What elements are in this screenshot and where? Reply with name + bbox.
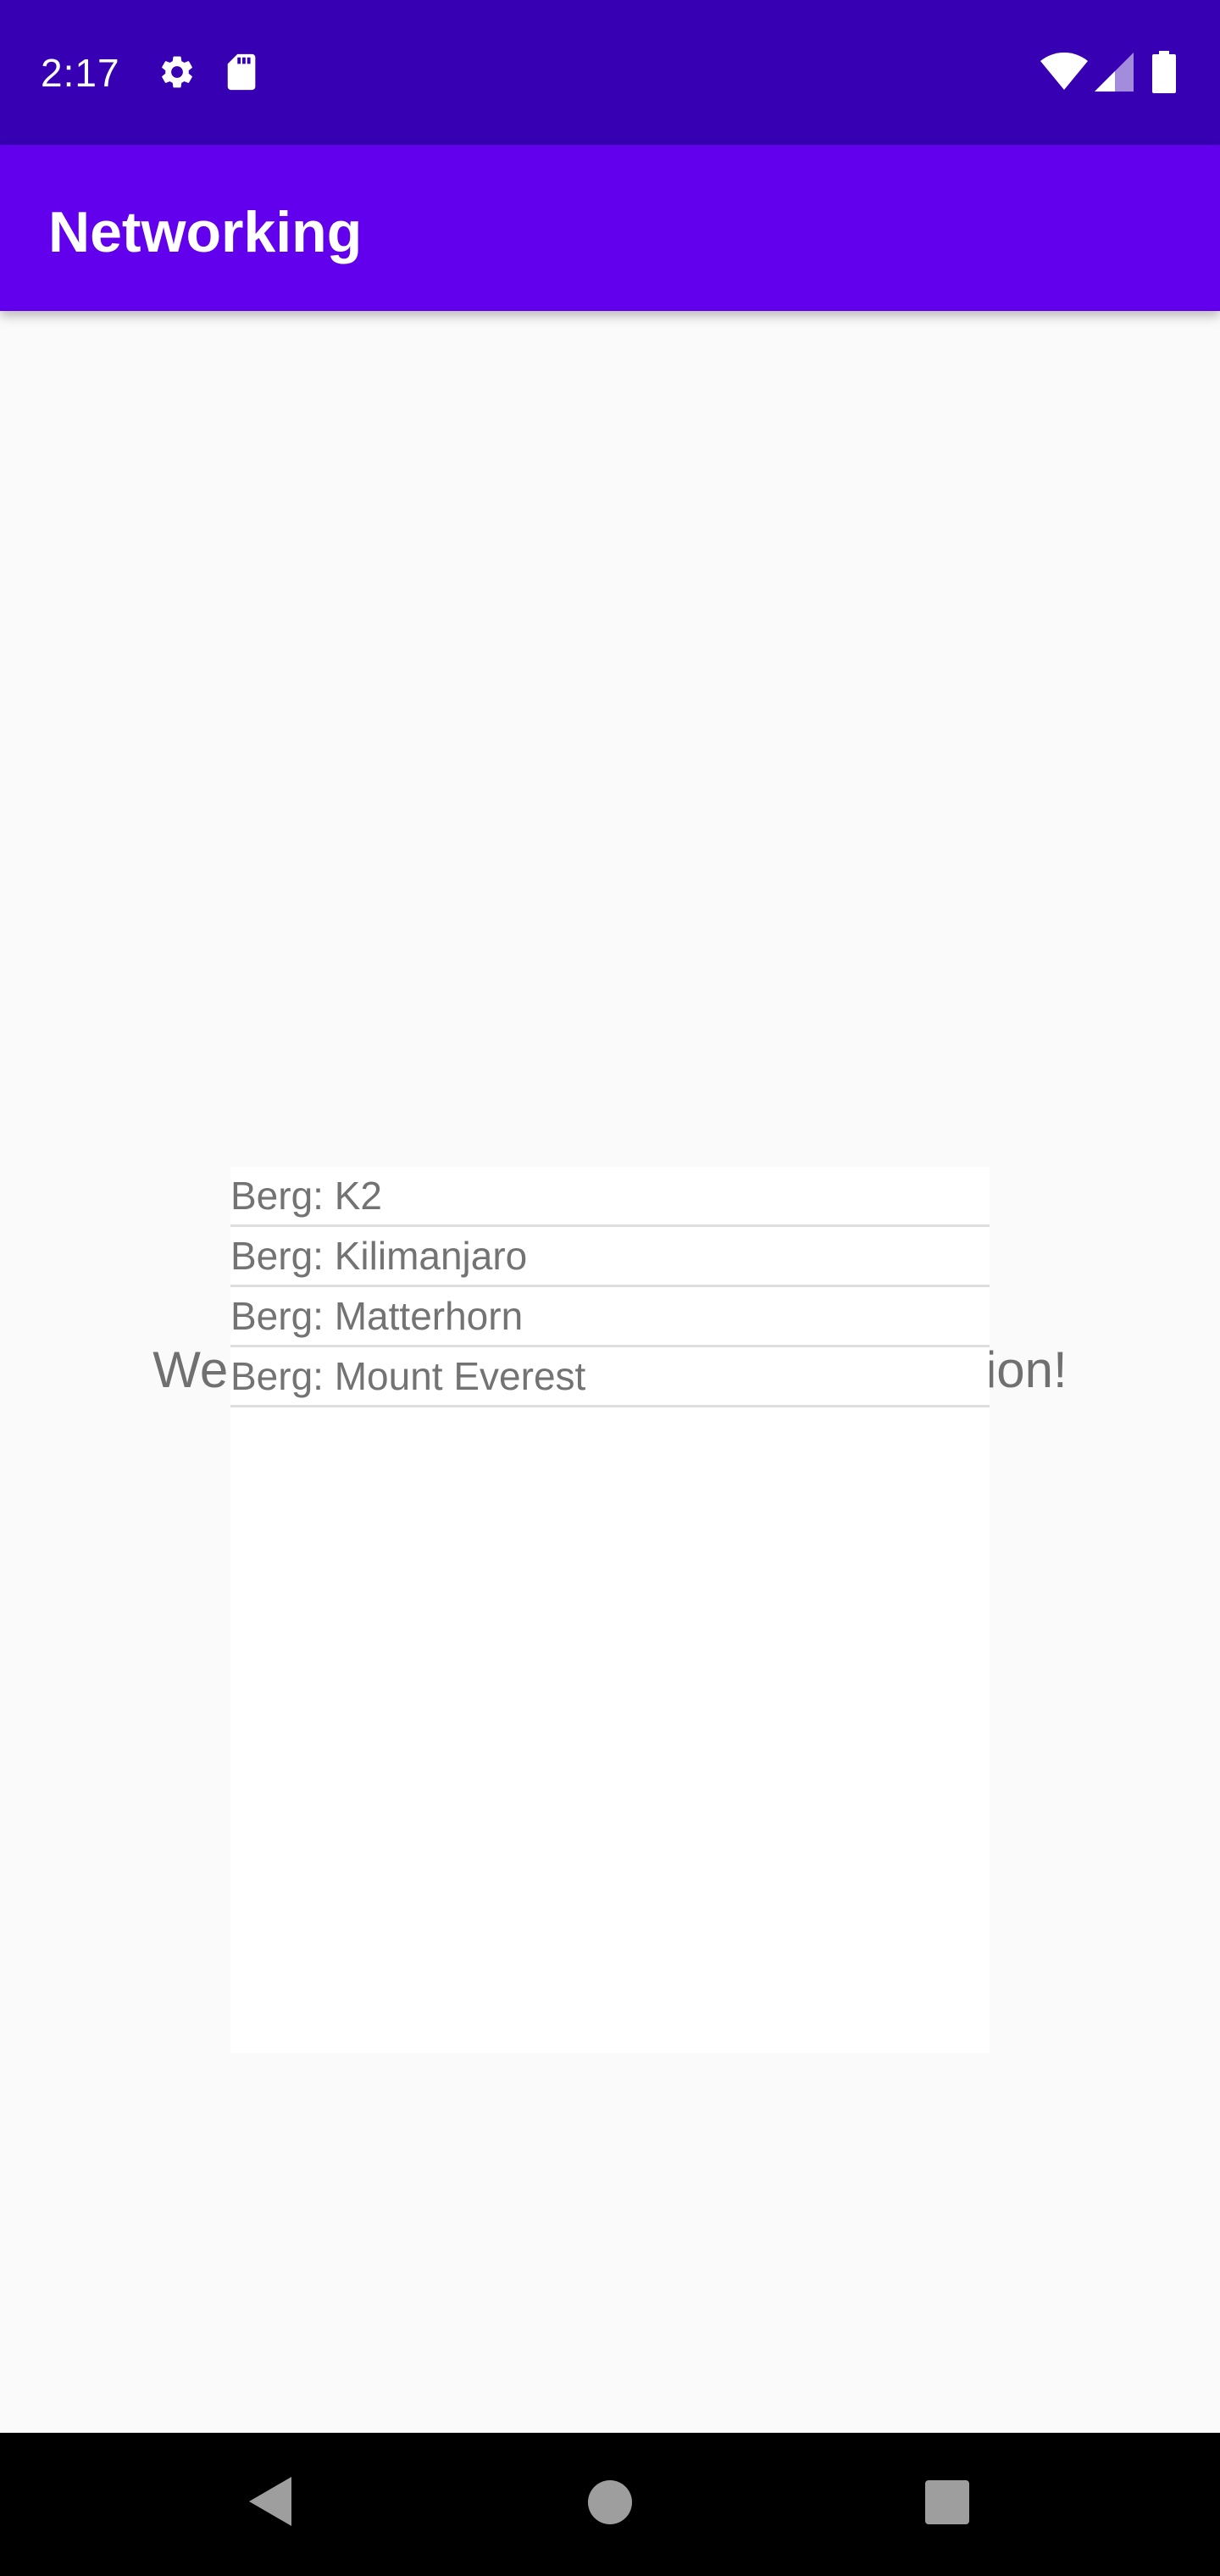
status-time: 2:17 [41,51,120,95]
list-item[interactable]: Berg: K2 [230,1167,990,1227]
cell-signal-icon [1095,53,1134,92]
list-item[interactable]: Berg: Mount Everest [230,1347,990,1407]
list-item[interactable]: Berg: Matterhorn [230,1287,990,1347]
navigation-bar [0,2433,1220,2576]
sd-card-icon [227,53,256,91]
list-item[interactable]: Berg: Kilimanjaro [230,1227,990,1287]
mountain-list[interactable]: Berg: K2 Berg: Kilimanjaro Berg: Matterh… [230,1167,990,2053]
home-icon[interactable] [588,2480,632,2524]
status-bar: 2:17 [0,0,1220,145]
app-title: Networking [48,200,363,264]
app-screen: 2:17 Networking Welcome to JSON Mountain… [0,0,1220,2576]
battery-icon [1152,51,1176,93]
wifi-icon [1040,53,1088,90]
app-bar: Networking [0,145,1220,311]
back-icon[interactable] [246,2475,293,2528]
gear-icon [162,56,192,88]
recents-icon[interactable] [925,2480,969,2524]
